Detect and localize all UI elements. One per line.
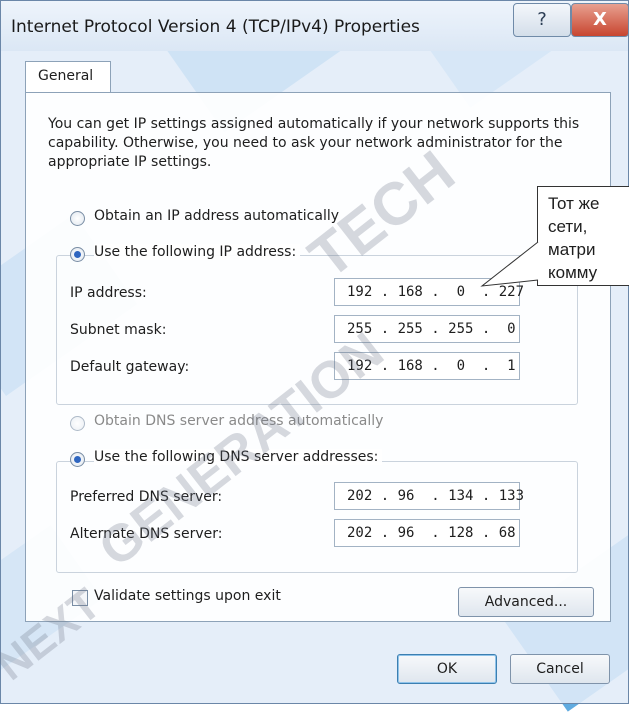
help-button[interactable]: ?	[513, 3, 571, 37]
obtain-dns-auto-radio[interactable]	[70, 416, 85, 431]
callout-pointer	[480, 241, 539, 287]
subnet-mask-label: Subnet mask:	[70, 322, 167, 338]
validate-label[interactable]: Validate settings upon exit	[94, 588, 281, 604]
advanced-button[interactable]: Advanced...	[458, 587, 594, 617]
preferred-dns-input[interactable]: 202 . 96 . 134 . 133	[334, 482, 524, 510]
annotation-callout: Тот же сети, матри комму	[537, 186, 629, 286]
callout-line: матри	[548, 240, 596, 259]
intro-text: You can get IP settings assigned automat…	[48, 116, 580, 170]
tab-general[interactable]: General	[25, 61, 111, 93]
alternate-dns-input[interactable]: 202 . 96 . 128 . 68	[334, 519, 520, 547]
ip-address-label: IP address:	[70, 285, 147, 301]
default-gateway-label: Default gateway:	[70, 359, 190, 375]
close-button[interactable]: X	[571, 3, 629, 37]
use-following-dns-radio[interactable]	[70, 452, 85, 467]
tab-label: General	[38, 68, 94, 84]
title-bar[interactable]: Internet Protocol Version 4 (TCP/IPv4) P…	[1, 1, 629, 51]
ok-button[interactable]: OK	[397, 654, 497, 684]
help-icon: ?	[537, 9, 547, 30]
cancel-button[interactable]: Cancel	[510, 654, 610, 684]
obtain-ip-auto-label[interactable]: Obtain an IP address automatically	[94, 208, 339, 224]
window-title: Internet Protocol Version 4 (TCP/IPv4) P…	[11, 17, 420, 37]
use-following-ip-label[interactable]: Use the following IP address:	[94, 244, 301, 260]
use-following-ip-radio[interactable]	[70, 247, 85, 262]
callout-line: Тот же	[548, 194, 600, 213]
callout-line: комму	[548, 263, 598, 282]
close-icon: X	[593, 9, 607, 30]
callout-line: сети,	[548, 217, 588, 236]
obtain-ip-auto-radio[interactable]	[70, 211, 85, 226]
